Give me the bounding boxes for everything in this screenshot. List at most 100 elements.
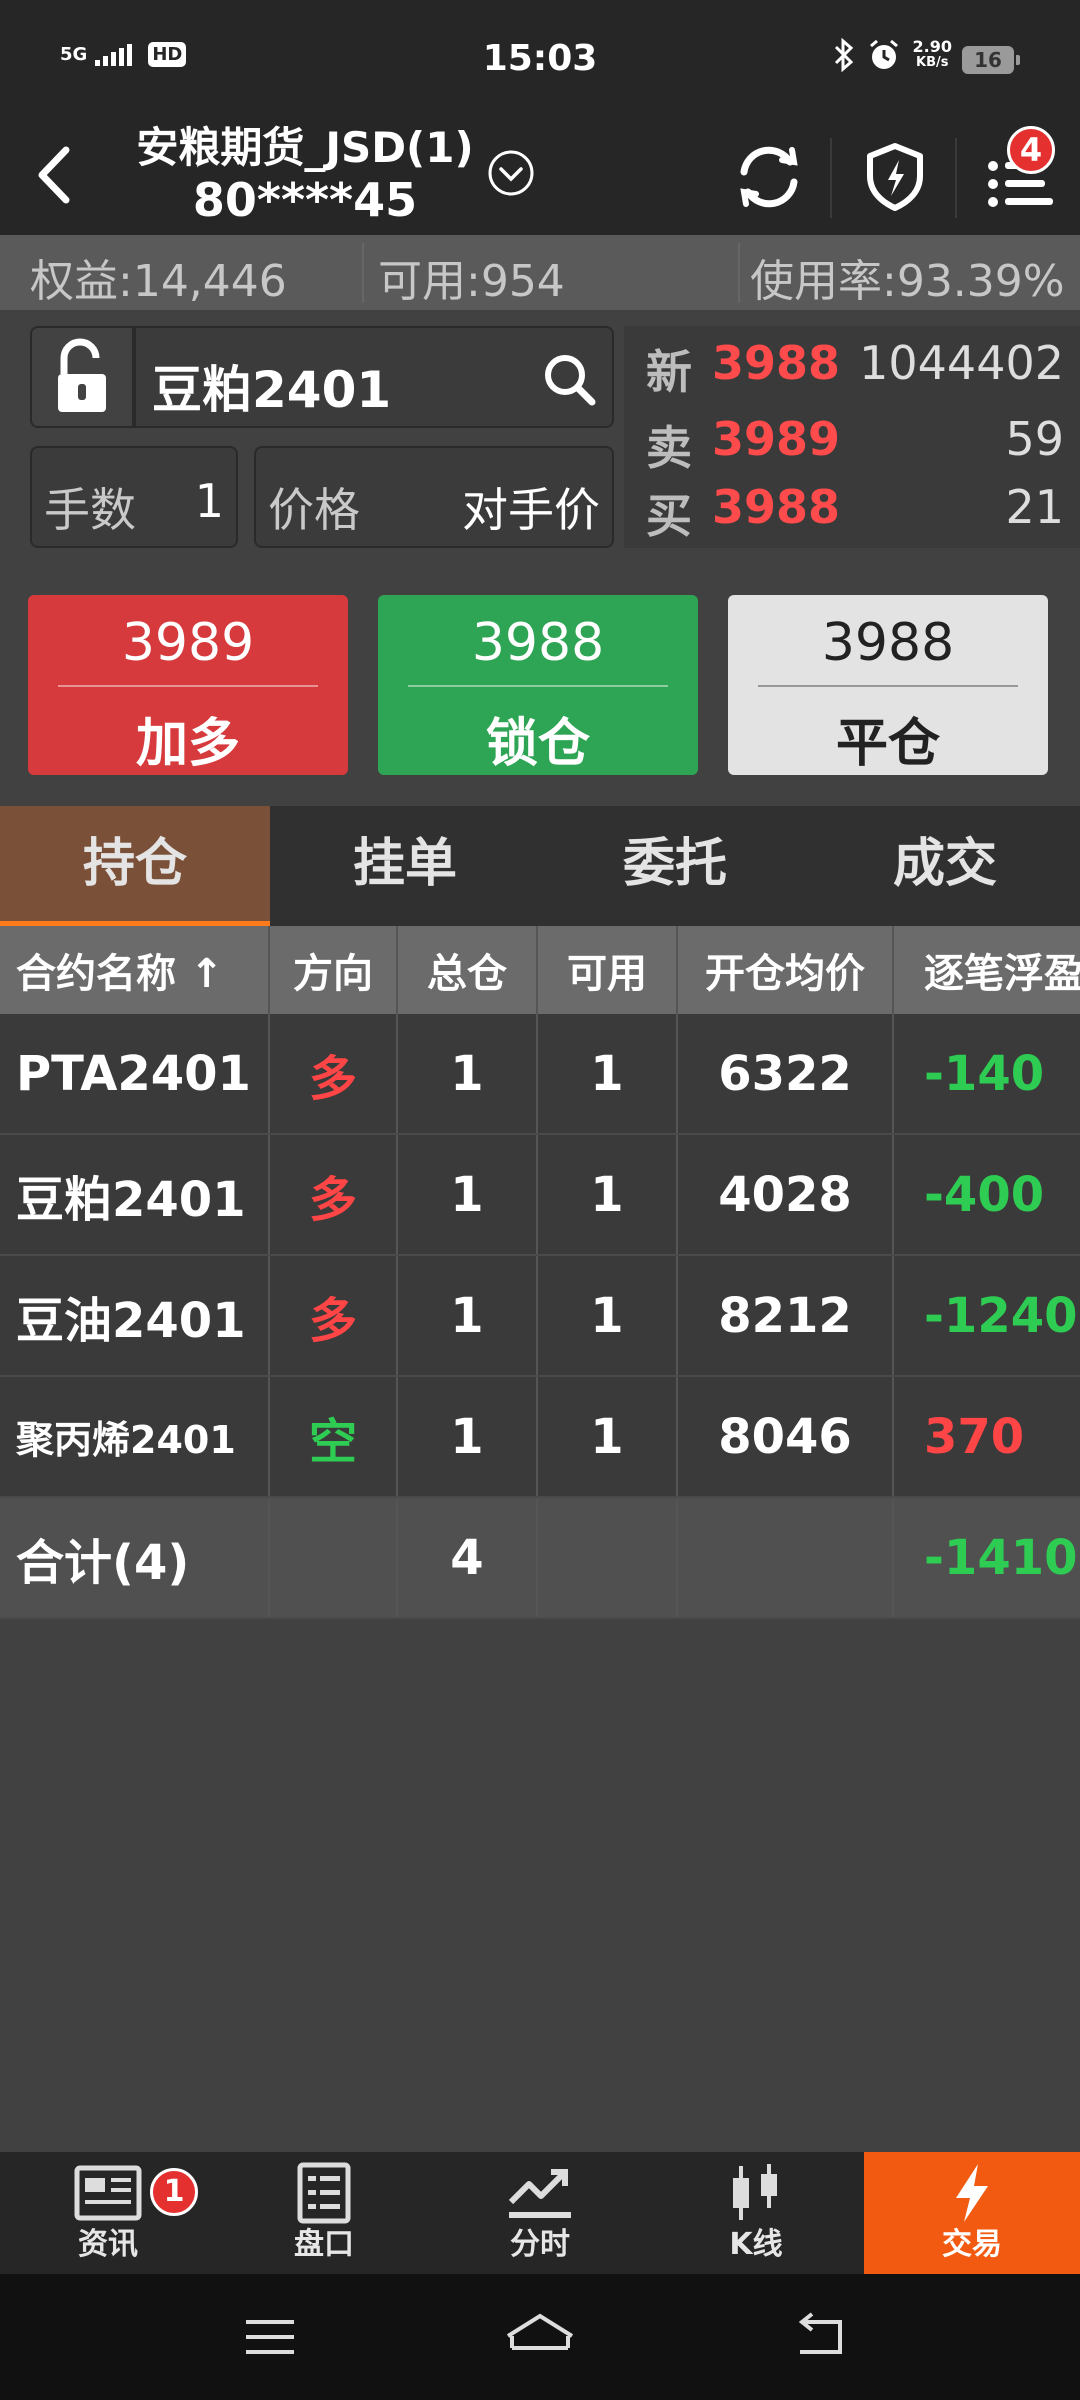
total-position: 1 (398, 1135, 538, 1254)
status-icons: 2.90 KB/s (833, 38, 952, 72)
timeshare-chart-icon (508, 2169, 571, 2218)
home-icon[interactable] (500, 2308, 580, 2364)
lots-value[interactable]: 1 (195, 474, 224, 528)
table-row[interactable]: 聚丙烯2401 空 1 1 8046 370 (0, 1377, 1080, 1498)
status-bar: 5G HD 15:03 2.90 KB/s 16 (0, 0, 1080, 120)
ask-row: 卖 3989 59 (624, 402, 1080, 475)
price-field[interactable]: 价格 对手价 (254, 446, 614, 548)
table-header: 合约名称 ↑ 方向 总仓 可用 开仓均价 逐笔浮盈 (0, 926, 1080, 1014)
quote-panel: 新 3988 1044402 卖 3989 59 买 3988 21 (624, 326, 1080, 548)
column-header-total[interactable]: 总仓 (398, 926, 538, 1014)
divider (955, 138, 957, 218)
column-header-direction[interactable]: 方向 (270, 926, 398, 1014)
nav-order-book[interactable]: 盘口 (216, 2152, 432, 2274)
refresh-icon[interactable] (724, 132, 814, 222)
search-icon[interactable] (540, 350, 600, 410)
table-row[interactable]: 豆油2401 多 1 1 8212 -1240 (0, 1256, 1080, 1377)
nav-trade-label: 交易 (942, 2227, 1002, 2262)
table-row[interactable]: 豆粕2401 多 1 1 4028 -400 (0, 1135, 1080, 1256)
floating-pnl: -140 (924, 1045, 1045, 1102)
last-price: 3988 (712, 336, 841, 390)
tab-orders[interactable]: 委托 (540, 806, 810, 926)
column-header-name[interactable]: 合约名称 ↑ (0, 926, 270, 1014)
volume: 1044402 (859, 336, 1064, 390)
contract-name: 聚丙烯2401 (0, 1377, 270, 1496)
lock-label: 锁仓 (485, 714, 590, 774)
last-label: 新 (646, 345, 692, 399)
buy-long-button[interactable]: 3989 加多 (28, 595, 348, 775)
order-book-icon (297, 2162, 351, 2224)
candlestick-icon (733, 2164, 777, 2220)
price-type-value[interactable]: 对手价 (462, 474, 600, 540)
lock-price: 3988 (471, 613, 605, 673)
news-icon (74, 2165, 142, 2221)
back-icon[interactable] (22, 130, 86, 220)
order-panel: 豆粕2401 手数 1 价格 对手价 新 3988 1044402 卖 3989… (0, 310, 1080, 800)
notification-badge: 4 (1007, 126, 1055, 174)
chevron-down-icon[interactable] (486, 148, 536, 198)
available-position: 1 (538, 1014, 678, 1133)
table-total-row: 合计(4) 4 -1410 (0, 1498, 1080, 1619)
contract-name: PTA2401 (0, 1014, 270, 1133)
total-label: 合计(4) (0, 1498, 270, 1617)
back-nav-icon[interactable] (790, 2312, 850, 2362)
avg-open-price: 8046 (678, 1377, 894, 1496)
table-row[interactable]: PTA2401 多 1 1 6322 -140 (0, 1014, 1080, 1135)
bid-label: 买 (646, 489, 692, 543)
avg-open-price: 6322 (678, 1014, 894, 1133)
ask-label: 卖 (646, 421, 692, 475)
menu-icon[interactable] (240, 2312, 300, 2362)
bid-volume: 21 (1005, 480, 1064, 534)
avg-open-price: 8212 (678, 1256, 894, 1375)
available-value: 可用:954 (378, 256, 565, 307)
tab-pending-orders[interactable]: 挂单 (270, 806, 540, 926)
account-title[interactable]: 安粮期货_JSD(1) 80****45 (120, 120, 490, 226)
lock-position-button[interactable]: 3988 锁仓 (378, 595, 698, 775)
divider (758, 685, 1018, 687)
floating-pnl: -1240 (924, 1287, 1078, 1344)
broker-title: 安粮期货_JSD(1) (136, 123, 474, 172)
equity-value: 权益:14,446 (30, 256, 287, 307)
total-avg-price-empty (678, 1498, 894, 1617)
speed-unit: KB/s (916, 55, 949, 70)
direction: 多 (270, 1256, 398, 1375)
lots-field[interactable]: 手数 1 (30, 446, 238, 548)
column-header-available[interactable]: 可用 (538, 926, 678, 1014)
symbol-input[interactable]: 豆粕2401 (152, 350, 391, 422)
total-available-empty (538, 1498, 678, 1617)
nav-order-book-label: 盘口 (294, 2227, 354, 2262)
total-direction-empty (270, 1498, 398, 1617)
contract-name: 豆油2401 (0, 1256, 270, 1375)
account-summary-bar: 权益:14,446 可用:954 使用率:93.39% (0, 235, 1080, 310)
divider (738, 243, 740, 303)
network-speed: 2.90 KB/s (913, 39, 952, 71)
speed-value: 2.90 (912, 37, 952, 56)
symbol-search-field[interactable]: 豆粕2401 (134, 326, 614, 428)
nav-kline[interactable]: K线 (648, 2152, 864, 2274)
available-position: 1 (538, 1377, 678, 1496)
shield-lightning-icon[interactable] (850, 132, 940, 222)
column-header-pnl[interactable]: 逐笔浮盈 (894, 926, 1080, 1014)
buy-price: 3989 (121, 613, 255, 673)
ask-price: 3989 (712, 412, 841, 466)
nav-timeshare[interactable]: 分时 (432, 2152, 648, 2274)
close-position-button[interactable]: 3988 平仓 (728, 595, 1048, 775)
nav-news[interactable]: 资讯 1 (0, 2152, 216, 2274)
avg-open-price: 4028 (678, 1135, 894, 1254)
direction: 多 (270, 1014, 398, 1133)
tab-positions[interactable]: 持仓 (0, 806, 270, 926)
lock-toggle[interactable] (30, 326, 134, 428)
bluetooth-icon (834, 38, 853, 72)
divider (830, 138, 832, 218)
lightning-icon (956, 2164, 988, 2222)
tab-trades[interactable]: 成交 (810, 806, 1080, 926)
news-badge: 1 (150, 2168, 198, 2216)
available-position: 1 (538, 1135, 678, 1254)
column-header-avg-price[interactable]: 开仓均价 (678, 926, 894, 1014)
ask-volume: 59 (1005, 412, 1064, 466)
total-position: 1 (398, 1014, 538, 1133)
battery-icon: 16 (962, 46, 1020, 74)
unlock-icon (58, 338, 106, 412)
divider (362, 243, 364, 303)
nav-trade[interactable]: 交易 (864, 2152, 1080, 2274)
